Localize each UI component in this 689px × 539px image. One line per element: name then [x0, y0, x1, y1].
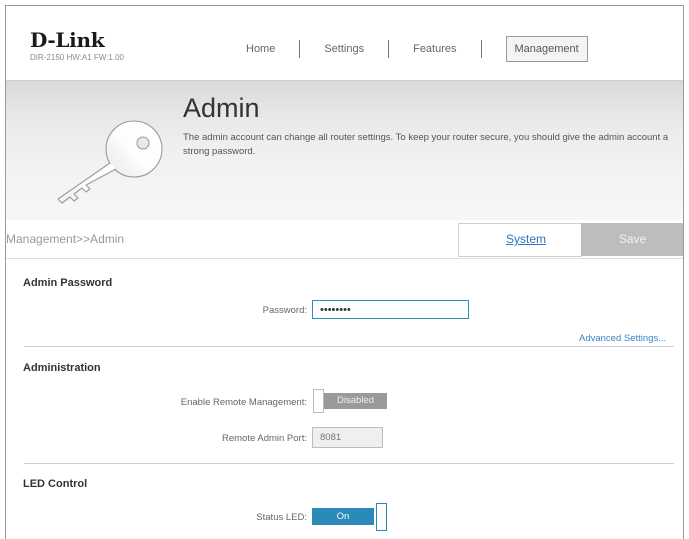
- nav-management[interactable]: Management: [505, 36, 588, 62]
- nav-divider: [480, 40, 482, 58]
- password-field[interactable]: ••••••••: [312, 300, 469, 319]
- remote-management-label: Enable Remote Management:: [180, 397, 307, 408]
- section-title-led-control: LED Control: [23, 478, 88, 490]
- main-nav: Home Settings Features Management: [246, 36, 588, 62]
- toggle-state: On: [312, 508, 374, 525]
- remote-admin-port-field[interactable]: 8081: [312, 427, 383, 448]
- router-admin-window: D-Link DIR-2150 HW:A1 FW:1.00 Home Setti…: [6, 6, 683, 539]
- section-divider: [24, 346, 674, 347]
- toggle-knob: [376, 503, 387, 531]
- status-led-toggle[interactable]: On: [312, 503, 388, 531]
- page-description: The admin account can change all router …: [183, 132, 669, 157]
- dlink-logo: D-Link: [30, 28, 105, 52]
- remote-admin-port-label: Remote Admin Port:: [221, 433, 307, 444]
- nav-features[interactable]: Features: [413, 43, 456, 55]
- system-link[interactable]: System: [506, 232, 546, 246]
- save-button[interactable]: Save: [581, 223, 683, 256]
- key-icon: [57, 120, 163, 204]
- toggle-knob: [313, 389, 324, 413]
- breadcrumb-bar: Management>>Admin System Save: [6, 220, 683, 259]
- section-title-administration: Administration: [23, 362, 101, 374]
- password-label: Password:: [262, 305, 307, 316]
- model-info: DIR-2150 HW:A1 FW:1.00: [30, 53, 124, 62]
- toggle-state: Disabled: [324, 393, 387, 409]
- section-divider: [24, 463, 674, 464]
- top-header: D-Link DIR-2150 HW:A1 FW:1.00 Home Setti…: [6, 6, 683, 80]
- nav-home[interactable]: Home: [246, 43, 275, 55]
- nav-settings[interactable]: Settings: [324, 43, 364, 55]
- page-banner: Admin The admin account can change all r…: [6, 80, 683, 222]
- page-title: Admin: [183, 93, 260, 123]
- nav-divider: [388, 40, 390, 58]
- breadcrumb: Management>>Admin: [6, 232, 125, 246]
- remote-management-toggle[interactable]: Disabled: [313, 389, 387, 413]
- advanced-settings-link[interactable]: Advanced Settings...: [579, 333, 666, 344]
- nav-divider: [299, 40, 301, 58]
- section-title-admin-password: Admin Password: [23, 277, 113, 289]
- status-led-label: Status LED:: [256, 512, 307, 523]
